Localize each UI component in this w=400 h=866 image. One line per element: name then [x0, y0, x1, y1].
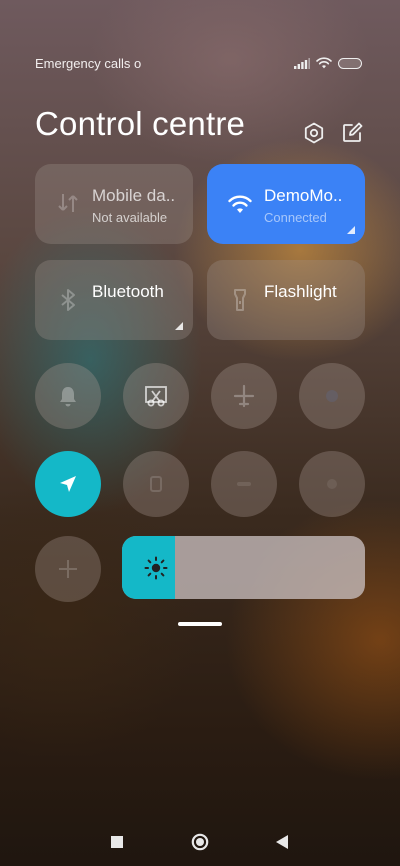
bluetooth-label: Bluetooth	[92, 282, 164, 301]
quick-toggle-6[interactable]	[123, 451, 189, 517]
expand-corner-icon[interactable]	[175, 322, 183, 330]
unknown-icon	[327, 479, 337, 489]
screenshot-toggle[interactable]	[123, 363, 189, 429]
circle-icon	[191, 833, 209, 851]
unknown-icon	[150, 476, 162, 492]
airplane-toggle[interactable]	[211, 363, 277, 429]
battery-icon	[338, 57, 362, 69]
wifi-status: Connected	[264, 210, 327, 225]
bluetooth-tile[interactable]: Bluetooth	[35, 260, 193, 340]
brightness-slider[interactable]	[122, 536, 365, 599]
mobile-data-icon	[58, 194, 78, 212]
unknown-icon	[237, 482, 251, 486]
status-bar: Emergency calls o	[35, 55, 362, 71]
mobile-data-status: Not available	[92, 210, 168, 225]
mobile-data-tile[interactable]: Mobile da.. Not available	[35, 164, 193, 244]
wifi-icon	[228, 195, 252, 213]
flashlight-label: Flashlight	[264, 282, 337, 301]
page-title: Control centre	[35, 105, 246, 142]
expand-corner-icon[interactable]	[347, 226, 355, 234]
quick-toggle-7[interactable]	[211, 451, 277, 517]
location-icon	[60, 476, 76, 492]
wifi-tile[interactable]: DemoMo.. Connected	[207, 164, 365, 244]
screenshot-icon	[145, 386, 167, 407]
settings-icon[interactable]	[302, 121, 326, 145]
airplane-icon	[233, 384, 255, 408]
wifi-status-icon	[316, 57, 332, 69]
unknown-icon	[326, 390, 338, 402]
ring-toggle[interactable]	[35, 363, 101, 429]
wifi-network-label: DemoMo..	[264, 186, 343, 205]
carrier-status-text: Emergency calls o	[35, 55, 141, 71]
edit-icon[interactable]	[340, 121, 364, 145]
back-button[interactable]	[272, 832, 292, 852]
location-toggle[interactable]	[35, 451, 101, 517]
flashlight-tile[interactable]: Flashlight	[207, 260, 365, 340]
square-icon	[111, 836, 123, 848]
auto-rotate-toggle[interactable]	[35, 536, 101, 602]
mobile-data-label: Mobile da..	[92, 186, 176, 205]
status-icons	[294, 57, 362, 69]
brightness-sun-icon	[144, 556, 168, 580]
quick-toggle-8[interactable]	[299, 451, 365, 517]
bluetooth-icon	[61, 289, 75, 311]
drag-handle[interactable]	[178, 622, 222, 626]
home-button[interactable]	[190, 832, 210, 852]
quick-toggle-4[interactable]	[299, 363, 365, 429]
flashlight-icon	[234, 289, 246, 311]
signal-icon	[294, 57, 310, 69]
auto-rotate-icon	[59, 560, 77, 578]
back-triangle-icon	[275, 835, 288, 849]
bell-icon	[60, 387, 76, 407]
recents-button[interactable]	[107, 832, 127, 852]
